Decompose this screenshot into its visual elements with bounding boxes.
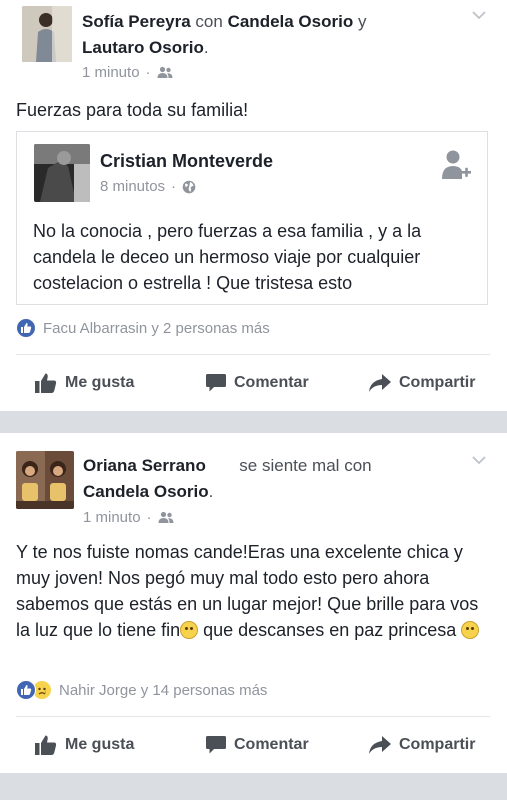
reactions-text: Nahir Jorge y 14 personas más — [59, 681, 268, 699]
post-card: Sofía Pereyra con Candela Osorio y Lauta… — [0, 0, 507, 411]
period-text: . — [203, 38, 209, 57]
tagged-user-1[interactable]: Candela Osorio — [83, 482, 209, 501]
shared-meta: 8 minutos · — [100, 178, 196, 195]
avatar[interactable] — [16, 451, 74, 509]
like-reaction-icon — [16, 318, 36, 338]
action-bar: Me gusta Comentar Compartir — [0, 368, 507, 398]
avatar-photo — [22, 6, 72, 62]
share-button[interactable]: Compartir — [369, 368, 475, 398]
timestamp[interactable]: 1 minuto — [82, 64, 140, 81]
post-text: Fuerzas para toda su familia! — [16, 100, 249, 120]
chevron-down-icon[interactable] — [472, 453, 486, 467]
action-bar: Me gusta Comentar Compartir — [0, 730, 507, 760]
tagged-user-2[interactable]: Lautaro Osorio — [82, 38, 204, 57]
sad-emoji-icon — [461, 621, 480, 639]
thumbs-up-icon — [35, 373, 57, 393]
shared-post[interactable]: Cristian Monteverde 8 minutos · No la co… — [16, 131, 488, 305]
share-arrow-icon — [369, 736, 391, 754]
author-name[interactable]: Sofía Pereyra — [82, 12, 191, 31]
comment-button[interactable]: Comentar — [206, 730, 309, 760]
reactions-summary[interactable]: Facu Albarrasin y 2 personas más — [16, 318, 270, 338]
friends-icon — [157, 66, 173, 78]
comment-button[interactable]: Comentar — [206, 368, 309, 398]
shared-avatar-photo — [34, 144, 90, 202]
shared-avatar[interactable] — [34, 144, 90, 202]
with-text: con — [195, 12, 223, 31]
with-text: con — [344, 456, 372, 475]
and-text: y — [357, 12, 367, 31]
post-header-line1: Oriana Serrano se siente mal con — [83, 453, 372, 478]
post-header-line1: Sofía Pereyra con Candela Osorio y — [82, 9, 366, 34]
meta-dot: · — [145, 64, 151, 81]
post-header-line2: Candela Osorio. — [83, 479, 213, 504]
feeling-text: se siente mal — [239, 456, 340, 475]
chevron-down-icon[interactable] — [472, 8, 486, 22]
period-text: . — [208, 482, 214, 501]
friends-icon — [158, 511, 174, 523]
timestamp[interactable]: 1 minuto — [83, 509, 141, 526]
add-friend-icon[interactable] — [440, 149, 472, 183]
shared-meta-dot: · — [171, 178, 177, 195]
avatar-photo — [16, 451, 74, 509]
meta-dot: · — [146, 509, 152, 526]
share-arrow-icon — [369, 374, 391, 392]
shared-author-name[interactable]: Cristian Monteverde — [100, 149, 273, 174]
shared-timestamp[interactable]: 8 minutos — [100, 178, 165, 195]
reactions-summary[interactable]: Nahir Jorge y 14 personas más — [16, 680, 267, 700]
like-button[interactable]: Me gusta — [35, 368, 134, 398]
reactions-text: Facu Albarrasin y 2 personas más — [43, 319, 270, 337]
post-card: Oriana Serrano se siente mal con Candela… — [0, 433, 507, 773]
feed-separator — [0, 773, 507, 800]
comment-icon — [206, 374, 226, 392]
like-button[interactable]: Me gusta — [35, 730, 134, 760]
shared-post-text: No la conocia , pero fuerzas a esa famil… — [33, 221, 422, 293]
avatar[interactable] — [22, 6, 72, 62]
thumbs-up-icon — [35, 735, 57, 755]
post-meta: 1 minuto · — [82, 64, 173, 81]
comment-icon — [206, 736, 226, 754]
post-header-line2: Lautaro Osorio. — [82, 35, 209, 60]
like-reaction-icon — [16, 680, 36, 700]
divider — [16, 716, 490, 717]
post-text: Y te nos fuiste nomas cande!Eras una exc… — [16, 542, 480, 640]
feed-separator — [0, 411, 507, 433]
sad-emoji-icon — [180, 621, 199, 639]
post-meta: 1 minuto · — [83, 509, 174, 526]
divider — [16, 354, 490, 355]
author-name[interactable]: Oriana Serrano — [83, 456, 206, 475]
share-button[interactable]: Compartir — [369, 730, 475, 760]
tagged-user-1[interactable]: Candela Osorio — [228, 12, 354, 31]
globe-icon — [182, 180, 196, 193]
